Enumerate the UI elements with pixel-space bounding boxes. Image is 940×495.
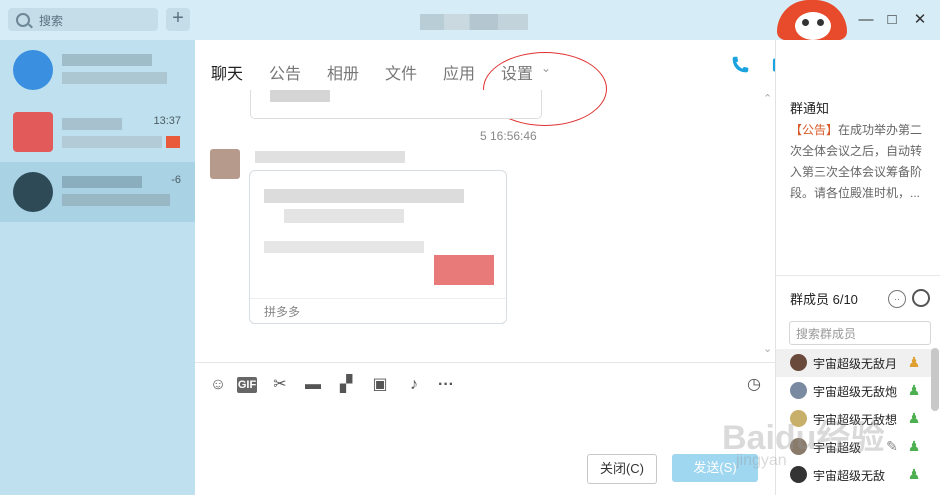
owner-icon: ♟ <box>907 354 921 370</box>
member-name: 宇宙超级无敌 <box>813 469 886 483</box>
members-heading: 群成员 6/10 <box>790 292 858 307</box>
add-button[interactable]: + <box>166 8 190 31</box>
member-search-input[interactable]: 搜索群成员 <box>789 321 931 345</box>
group-title-blurred <box>420 14 528 30</box>
avatar <box>790 466 807 483</box>
avatar <box>790 382 807 399</box>
card-description-blurred <box>264 241 424 253</box>
panel-divider <box>776 275 940 276</box>
folder-icon[interactable]: ▬ <box>302 374 324 396</box>
conversation-item-selected[interactable]: -6 <box>0 162 195 222</box>
member-icon: ♟ <box>907 466 921 482</box>
bell-icon[interactable]: ♪ <box>403 374 425 396</box>
conversation-time: 13:37 <box>153 115 181 127</box>
member-item[interactable]: 宇宙超级无敌月 ♟ <box>776 349 934 377</box>
mascot-eye-right <box>817 19 824 26</box>
notice-body[interactable]: 【公告】在成功举办第二次全体会议之后，自动转入第三次全体会议筹备阶段。请各位殿准… <box>790 120 930 204</box>
expand-icon[interactable]: ⌄ <box>763 342 772 355</box>
mascot-decoration <box>777 0 847 40</box>
member-search-placeholder: 搜索群成员 <box>796 327 857 341</box>
edit-icon[interactable]: ✎ <box>884 438 900 454</box>
scissors-icon[interactable]: ✂ <box>269 374 291 396</box>
avatar <box>13 112 53 152</box>
conversation-preview-blurred <box>62 72 167 84</box>
member-search-icon[interactable] <box>912 289 930 307</box>
maximize-button[interactable]: □ <box>882 10 902 30</box>
shared-link-card[interactable]: 拼多多 <box>249 170 507 324</box>
doc-icon[interactable]: ▞ <box>335 374 357 396</box>
card-thumbnail <box>434 255 494 285</box>
card-source: 拼多多 <box>264 305 301 319</box>
collapse-icon[interactable]: ⌃ <box>763 92 772 105</box>
mascot-eye-left <box>802 19 809 26</box>
card-text-blurred <box>284 209 404 223</box>
notice-heading: 群通知 <box>790 101 830 116</box>
watermark-subtext: jingyan <box>736 452 787 469</box>
history-icon[interactable]: ◷ <box>743 374 765 396</box>
notice-tag: 【公告】 <box>790 123 839 137</box>
conversation-time: -6 <box>171 174 181 186</box>
input-divider <box>195 362 775 363</box>
unread-badge <box>166 136 180 148</box>
member-name: 宇宙超级无敌炮 <box>813 385 898 399</box>
input-toolbar: ☺ GIF ✂ ▬ ▞ ▣ ♪ ··· ◷ <box>207 372 767 398</box>
close-button[interactable]: 关闭(C) <box>587 454 657 484</box>
mascot-face <box>795 12 831 40</box>
blurred-text <box>270 90 330 102</box>
member-icon: ♟ <box>907 382 921 398</box>
title-bar: 搜索 + — □ ✕ <box>0 0 940 40</box>
search-box[interactable]: 搜索 <box>8 8 158 31</box>
member-icon: ♟ <box>907 438 921 454</box>
conversation-preview-blurred <box>62 136 162 148</box>
member-name: 宇宙超级无敌月 <box>813 357 898 371</box>
gif-icon[interactable]: GIF <box>237 377 257 393</box>
phone-icon[interactable] <box>728 54 752 78</box>
minimize-button[interactable]: — <box>856 10 876 30</box>
card-footer: 拼多多 <box>250 298 506 323</box>
conversation-item[interactable]: 13:37 <box>0 102 195 162</box>
conversation-sidebar: 13:37 -6 <box>0 40 195 495</box>
conversation-name-blurred <box>62 54 152 66</box>
member-chat-icon[interactable]: ·· <box>888 290 906 308</box>
close-window-button[interactable]: ✕ <box>910 10 930 30</box>
member-item[interactable]: 宇宙超级无敌炮 ♟ <box>776 377 934 405</box>
image-icon[interactable]: ▣ <box>369 374 391 396</box>
tab-files[interactable]: 文件 <box>385 60 417 84</box>
emoji-icon[interactable]: ☺ <box>207 374 229 396</box>
chat-panel: 聊天 公告 相册 文件 应用 设置 ⌄ 课 ••• ⌃ 5 16:56:46 拼… <box>195 40 922 495</box>
avatar <box>210 149 240 179</box>
tab-apps[interactable]: 应用 <box>443 60 475 84</box>
member-icon: ♟ <box>907 410 921 426</box>
avatar <box>13 50 53 90</box>
tab-chat[interactable]: 聊天 <box>211 60 243 84</box>
sender-name-blurred <box>255 151 405 163</box>
tab-announcement[interactable]: 公告 <box>269 60 301 84</box>
member-item[interactable]: 宇宙超级无敌 ♟ <box>776 461 934 489</box>
conversation-name-blurred <box>62 118 122 130</box>
avatar <box>790 354 807 371</box>
avatar <box>13 172 53 212</box>
search-placeholder: 搜索 <box>39 14 64 28</box>
conversation-preview-blurred <box>62 194 170 206</box>
tab-album[interactable]: 相册 <box>327 60 359 84</box>
search-icon <box>16 13 30 27</box>
message-timestamp: 5 16:56:46 <box>480 129 537 143</box>
conversation-item[interactable] <box>0 40 195 100</box>
conversation-name-blurred <box>62 176 142 188</box>
tab-bar: 聊天 公告 相册 文件 应用 设置 ⌄ 课 ••• <box>195 40 922 126</box>
member-list-scrollbar[interactable] <box>931 348 939 411</box>
more-tools-icon[interactable]: ··· <box>435 374 457 396</box>
card-title-blurred <box>264 189 464 203</box>
